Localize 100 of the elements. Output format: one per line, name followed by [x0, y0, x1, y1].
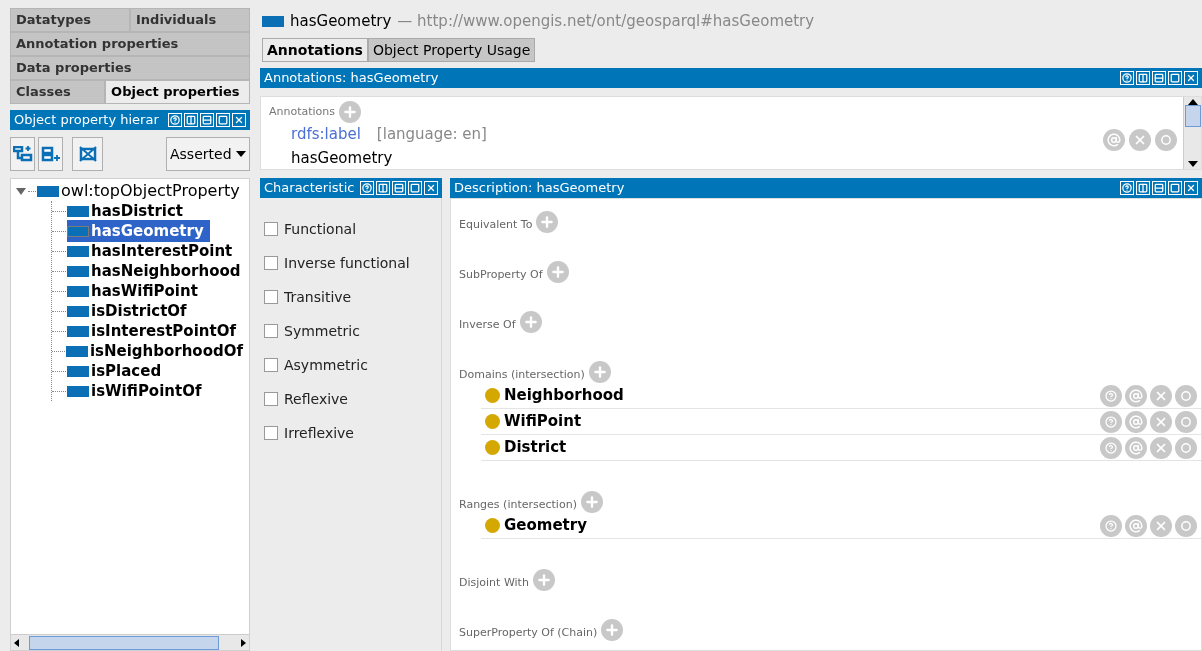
add-icon[interactable] — [588, 361, 611, 383]
add-icon[interactable] — [532, 569, 555, 591]
help-icon — [1105, 519, 1117, 532]
class-name[interactable]: WifiPoint — [504, 410, 1100, 433]
scroll-down-icon[interactable] — [1187, 161, 1198, 167]
delete-property-button[interactable] — [72, 137, 103, 171]
vertical-scrollbar[interactable] — [1183, 97, 1201, 169]
add-subproperty-icon — [12, 146, 33, 162]
tree-item[interactable]: hasGeometry — [67, 219, 210, 243]
delete-button[interactable] — [1150, 514, 1172, 537]
split-columns-icon[interactable] — [1136, 71, 1150, 85]
entity-tab[interactable]: Object properties — [105, 80, 250, 104]
annotate-button[interactable] — [1125, 384, 1147, 407]
circle-icon — [1181, 520, 1191, 531]
edit-button[interactable] — [1175, 436, 1197, 459]
annotation-language: [language: en] — [376, 124, 487, 145]
annotation-property[interactable]: rdfs:label — [291, 123, 361, 146]
split-columns-icon[interactable] — [1136, 181, 1150, 195]
split-rows-icon[interactable] — [1152, 71, 1166, 85]
caret-icon — [236, 151, 246, 157]
close-icon[interactable] — [1184, 71, 1198, 85]
help-icon — [1122, 183, 1132, 193]
help-icon[interactable] — [360, 181, 374, 195]
explain-button[interactable] — [1100, 514, 1122, 537]
entity-tab[interactable]: Datatypes — [10, 8, 130, 32]
edit-button[interactable] — [1175, 384, 1197, 407]
delete-button[interactable] — [1129, 129, 1151, 151]
add-icon[interactable] — [536, 211, 559, 233]
section-label: SuperProperty Of (Chain) — [459, 624, 598, 641]
maximize-icon[interactable] — [408, 181, 422, 195]
edit-button[interactable] — [1155, 129, 1177, 151]
checkbox-label: Irreflexive — [284, 423, 354, 443]
property-icon — [67, 225, 89, 237]
delete-button[interactable] — [1150, 436, 1172, 459]
close-icon — [1186, 183, 1196, 193]
add-subproperty-button[interactable] — [10, 137, 35, 171]
property-icon — [37, 185, 59, 197]
expand-triangle-icon[interactable] — [16, 186, 28, 196]
explain-button[interactable] — [1100, 384, 1122, 407]
close-icon — [234, 115, 244, 125]
close-icon[interactable] — [232, 113, 246, 127]
maximize-icon — [410, 183, 420, 193]
class-icon — [485, 440, 500, 455]
annotate-button[interactable] — [1125, 514, 1147, 537]
view-title: Object property hierar — [14, 111, 159, 130]
close-icon[interactable] — [1184, 181, 1198, 195]
add-icon[interactable] — [519, 311, 542, 333]
add-icon[interactable] — [580, 491, 603, 513]
checkbox[interactable] — [264, 222, 278, 236]
checkbox[interactable] — [264, 358, 278, 372]
close-icon[interactable] — [424, 181, 438, 195]
checkbox-label: Reflexive — [284, 389, 348, 409]
maximize-icon[interactable] — [1168, 181, 1182, 195]
class-name[interactable]: Geometry — [504, 514, 1100, 537]
edit-button[interactable] — [1175, 410, 1197, 433]
delete-button[interactable] — [1150, 384, 1172, 407]
entity-tab[interactable]: Individuals — [130, 8, 250, 32]
help-icon[interactable] — [1120, 71, 1134, 85]
at-sign-icon — [1107, 133, 1121, 147]
add-icon[interactable] — [546, 261, 569, 283]
annotate-button[interactable] — [1125, 436, 1147, 459]
explain-button[interactable] — [1100, 436, 1122, 459]
edit-button[interactable] — [1175, 514, 1197, 537]
checkbox-label: Asymmetric — [284, 355, 368, 375]
property-icon — [67, 265, 89, 277]
checkbox[interactable] — [264, 256, 278, 270]
class-name[interactable]: District — [504, 436, 1100, 459]
tab[interactable]: Annotations — [262, 38, 368, 62]
checkbox[interactable] — [264, 426, 278, 440]
checkbox[interactable] — [264, 324, 278, 338]
add-sibling-button[interactable] — [38, 137, 63, 171]
checkbox[interactable] — [264, 392, 278, 406]
mode-dropdown[interactable]: Asserted — [166, 137, 250, 171]
circle-icon — [1181, 442, 1191, 453]
entity-tab[interactable]: Data properties — [10, 56, 250, 80]
explain-button[interactable] — [1100, 410, 1122, 433]
split-columns-icon[interactable] — [184, 113, 198, 127]
checkbox[interactable] — [264, 290, 278, 304]
horizontal-scrollbar[interactable] — [11, 634, 249, 650]
add-icon[interactable] — [339, 101, 362, 123]
split-rows-icon[interactable] — [1152, 181, 1166, 195]
delete-button[interactable] — [1150, 410, 1172, 433]
tab[interactable]: Object Property Usage — [367, 38, 536, 62]
maximize-icon[interactable] — [216, 113, 230, 127]
add-icon[interactable] — [601, 619, 624, 641]
maximize-icon[interactable] — [1168, 71, 1182, 85]
class-name[interactable]: Neighborhood — [504, 384, 1100, 407]
help-icon[interactable] — [1120, 181, 1134, 195]
close-icon — [1133, 133, 1147, 147]
property-icon — [262, 15, 284, 27]
annotate-button[interactable] — [1103, 129, 1125, 151]
entity-tab[interactable]: Classes — [10, 80, 106, 104]
entity-tab[interactable]: Annotation properties — [10, 32, 250, 56]
help-icon[interactable] — [168, 113, 182, 127]
split-rows-icon[interactable] — [200, 113, 214, 127]
split-columns-icon — [1138, 183, 1148, 193]
split-rows-icon[interactable] — [392, 181, 406, 195]
maximize-icon — [218, 115, 228, 125]
split-columns-icon[interactable] — [376, 181, 390, 195]
annotate-button[interactable] — [1125, 410, 1147, 433]
